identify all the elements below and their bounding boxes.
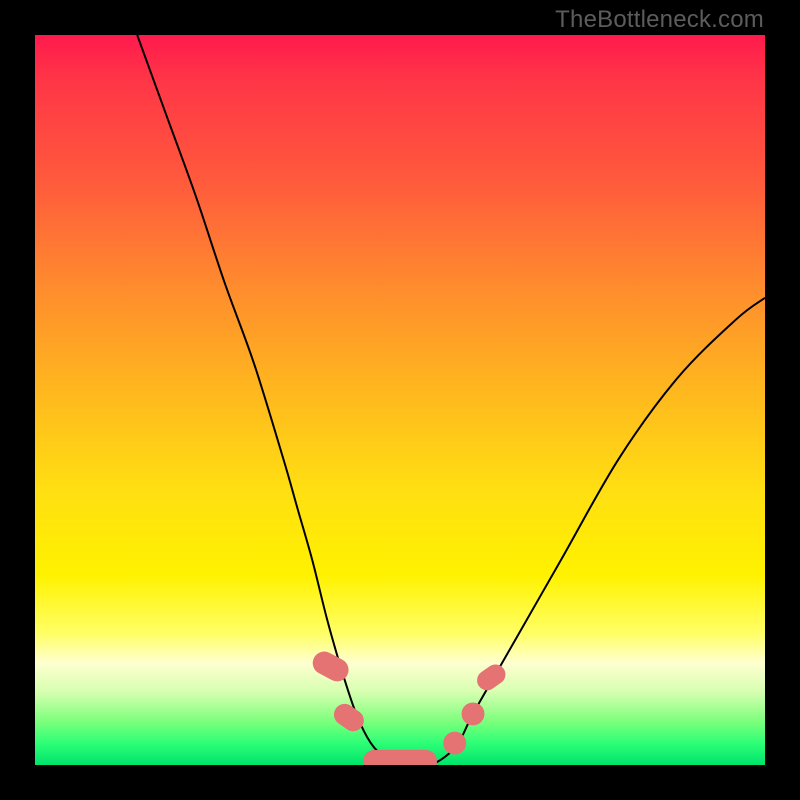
curve-marker (474, 661, 509, 693)
watermark-text: TheBottleneck.com (555, 6, 764, 34)
curve-marker (309, 648, 352, 684)
bottleneck-curve-svg (35, 35, 765, 765)
marker-group (309, 648, 508, 765)
chart-stage: TheBottleneck.com (0, 0, 800, 800)
curve-marker (330, 700, 367, 734)
bottleneck-curve (137, 35, 765, 765)
curve-marker (444, 732, 466, 754)
plot-area (35, 35, 765, 765)
curve-marker (364, 750, 437, 765)
curve-marker (462, 703, 484, 725)
